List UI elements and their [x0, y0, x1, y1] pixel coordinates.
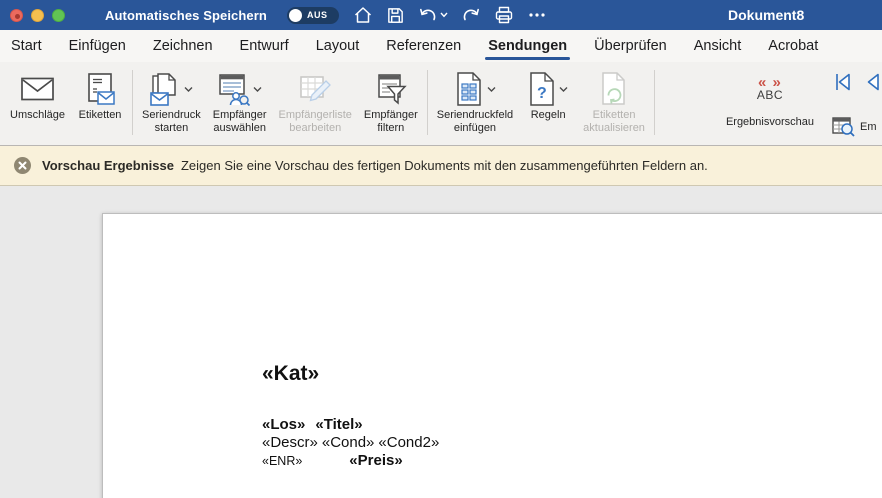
etiketten-aktualisieren-button: Etikettenaktualisieren: [577, 62, 651, 145]
traffic-lights: [10, 9, 65, 22]
start-mail-merge-icon: [149, 73, 181, 106]
ribbon-divider: [132, 70, 133, 135]
merge-field-enr: «ENR»: [262, 454, 302, 468]
previous-record-icon: [864, 71, 880, 93]
seriendruck-starten-button[interactable]: Seriendruckstarten: [136, 62, 207, 145]
empfaenger-auswaehlen-button[interactable]: Empfängerauswählen: [207, 62, 273, 145]
titlebar: Automatisches Speichern AUS: [0, 0, 882, 30]
undo-button[interactable]: [418, 5, 448, 25]
zoom-window-button[interactable]: [52, 9, 65, 22]
chevron-down-icon: [253, 86, 262, 93]
autosave-toggle[interactable]: AUS: [287, 7, 339, 24]
filter-recipients-icon: [375, 73, 407, 105]
document-canvas: «Kat» «Los» «Titel» «Descr»«Cond»«Cond2» …: [0, 186, 882, 498]
ribbon-group-start-mail-merge: Seriendruckstarten Empfängerauswählen Em…: [136, 62, 424, 145]
status-title: Vorschau Ergebnisse: [42, 158, 174, 173]
tab-zeichnen[interactable]: Zeichnen: [152, 30, 214, 62]
status-x-icon: [14, 157, 31, 174]
merge-field-cond2: «Cond2»: [378, 434, 439, 451]
labels-icon: [85, 73, 115, 105]
preview-results-status-bar: Vorschau Ergebnisse Zeigen Sie eine Vors…: [0, 146, 882, 186]
find-recipient-icon: [832, 117, 856, 137]
merge-field-descr: «Descr»: [262, 434, 318, 451]
record-navigation: Em: [832, 62, 880, 145]
home-icon: [353, 5, 373, 25]
rules-icon: ?: [528, 72, 556, 106]
envelope-icon: [21, 77, 54, 101]
chevron-down-icon: [184, 86, 193, 93]
autosave-state: AUS: [307, 10, 328, 20]
ellipsis-icon: [527, 5, 547, 25]
merge-field-los: «Los»: [262, 416, 305, 433]
ribbon-group-create: Umschläge Etiketten: [4, 62, 129, 145]
etiketten-button[interactable]: Etiketten: [71, 62, 129, 145]
word-window: Automatisches Speichern AUS: [0, 0, 882, 498]
ribbon-tab-bar: Start Einfügen Zeichnen Entwurf Layout R…: [0, 30, 882, 62]
ribbon-divider: [654, 70, 655, 135]
save-button[interactable]: [386, 6, 405, 25]
close-window-button[interactable]: [10, 9, 23, 22]
status-message: Zeigen Sie eine Vorschau des fertigen Do…: [181, 158, 708, 173]
merge-field-preis: «Preis»: [349, 452, 402, 470]
regeln-button[interactable]: ? Regeln: [519, 62, 577, 145]
toggle-knob-icon: [289, 9, 302, 22]
chevron-down-icon: [440, 12, 448, 18]
home-button[interactable]: [353, 5, 373, 25]
chevron-down-icon: [487, 86, 496, 93]
document-title: Dokument8: [728, 0, 804, 30]
tab-sendungen[interactable]: Sendungen: [487, 30, 568, 62]
empfaenger-suchen-button[interactable]: Em: [832, 117, 880, 137]
save-icon: [386, 6, 405, 25]
merge-field-cond: «Cond»: [322, 434, 375, 451]
titlebar-quick-actions: [353, 5, 547, 25]
edit-recipient-list-icon: [298, 73, 332, 105]
empfaengerliste-bearbeiten-button: Empfängerlistebearbeiten: [273, 62, 358, 145]
ribbon-divider: [427, 70, 428, 135]
umschlaege-button[interactable]: Umschläge: [4, 62, 71, 145]
select-recipients-icon: [217, 73, 250, 106]
empfaenger-filtern-button[interactable]: Empfängerfiltern: [358, 62, 424, 145]
more-actions-button[interactable]: [527, 5, 547, 25]
merge-field-titel: «Titel»: [315, 416, 362, 433]
undo-icon: [418, 5, 438, 25]
update-labels-icon: [599, 72, 629, 106]
merge-field-block: «Los» «Titel» «Descr»«Cond»«Cond2» «ENR» «…: [262, 416, 882, 470]
tab-referenzen[interactable]: Referenzen: [385, 30, 462, 62]
print-button[interactable]: [494, 5, 514, 25]
tab-acrobat[interactable]: Acrobat: [767, 30, 819, 62]
printer-icon: [494, 5, 514, 25]
chevron-down-icon: [559, 86, 568, 93]
tab-start[interactable]: Start: [10, 30, 43, 62]
first-record-button[interactable]: [832, 71, 854, 98]
document-page[interactable]: «Kat» «Los» «Titel» «Descr»«Cond»«Cond2» …: [102, 213, 882, 498]
autosave-label: Automatisches Speichern: [105, 8, 267, 23]
svg-text:?: ?: [537, 85, 547, 102]
ribbon-sendungen: Umschläge Etiketten Seriendruckstarten: [0, 62, 882, 146]
tab-layout[interactable]: Layout: [315, 30, 361, 62]
ribbon-group-write-insert-fields: Seriendruckfeldeinfügen ? Regeln Etikett…: [431, 62, 651, 145]
ribbon-group-preview-results: « » ABC Ergebnisvorschau Em: [720, 62, 880, 145]
tab-ueberpruefen[interactable]: Überprüfen: [593, 30, 668, 62]
preview-results-icon: « » ABC: [757, 76, 783, 102]
tab-einfuegen[interactable]: Einfügen: [68, 30, 127, 62]
minimize-window-button[interactable]: [31, 9, 44, 22]
previous-record-button[interactable]: [864, 71, 880, 98]
redo-button[interactable]: [461, 5, 481, 25]
insert-merge-field-icon: [454, 72, 484, 106]
ergebnisvorschau-button[interactable]: « » ABC Ergebnisvorschau: [720, 62, 820, 145]
tab-entwurf[interactable]: Entwurf: [239, 30, 290, 62]
tab-ansicht[interactable]: Ansicht: [693, 30, 743, 62]
unsaved-dot-icon: [15, 14, 20, 19]
merge-field-kat: «Kat»: [262, 362, 882, 386]
first-record-icon: [832, 71, 854, 93]
seriendruckfeld-einfuegen-button[interactable]: Seriendruckfeldeinfügen: [431, 62, 519, 145]
redo-icon: [461, 5, 481, 25]
